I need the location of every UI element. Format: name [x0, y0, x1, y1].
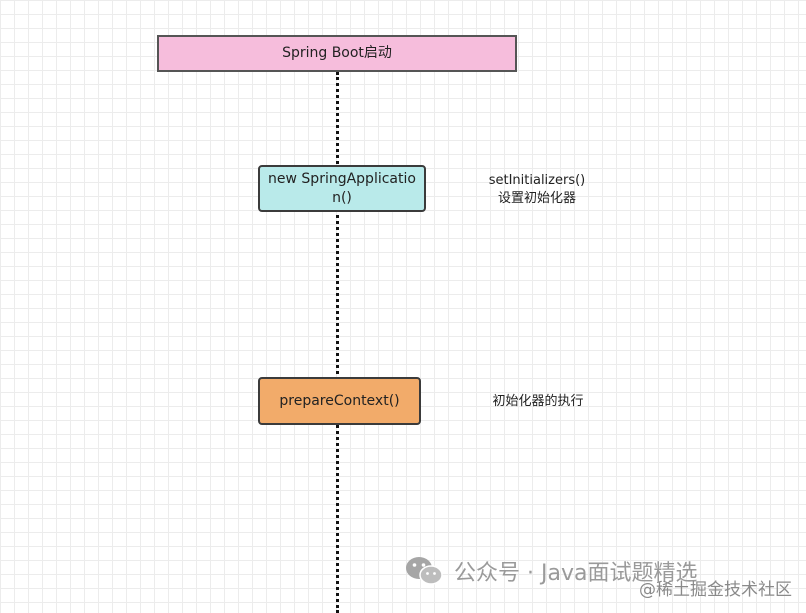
- prepare-context-label: prepareContext(): [279, 392, 400, 409]
- prepare-context-note-line-1: 初始化器的执行: [492, 394, 584, 409]
- lifeline: [336, 72, 339, 613]
- initializers-note-line-1: setInitializers(): [488, 173, 586, 188]
- wechat-icon: [404, 555, 444, 587]
- spring-application-box: new SpringApplication(): [258, 165, 426, 212]
- initializers-note: setInitializers() 设置初始化器: [478, 172, 596, 208]
- prepare-context-note: 初始化器的执行: [478, 393, 598, 411]
- spring-application-label: new SpringApplication(): [268, 170, 416, 206]
- prepare-context-box: prepareContext(): [258, 377, 421, 425]
- title-box: Spring Boot启动: [157, 35, 517, 72]
- initializers-note-line-2: 设置初始化器: [497, 191, 576, 206]
- watermark-subtext: @稀土掘金技术社区: [639, 580, 792, 600]
- title-label: Spring Boot启动: [282, 45, 392, 61]
